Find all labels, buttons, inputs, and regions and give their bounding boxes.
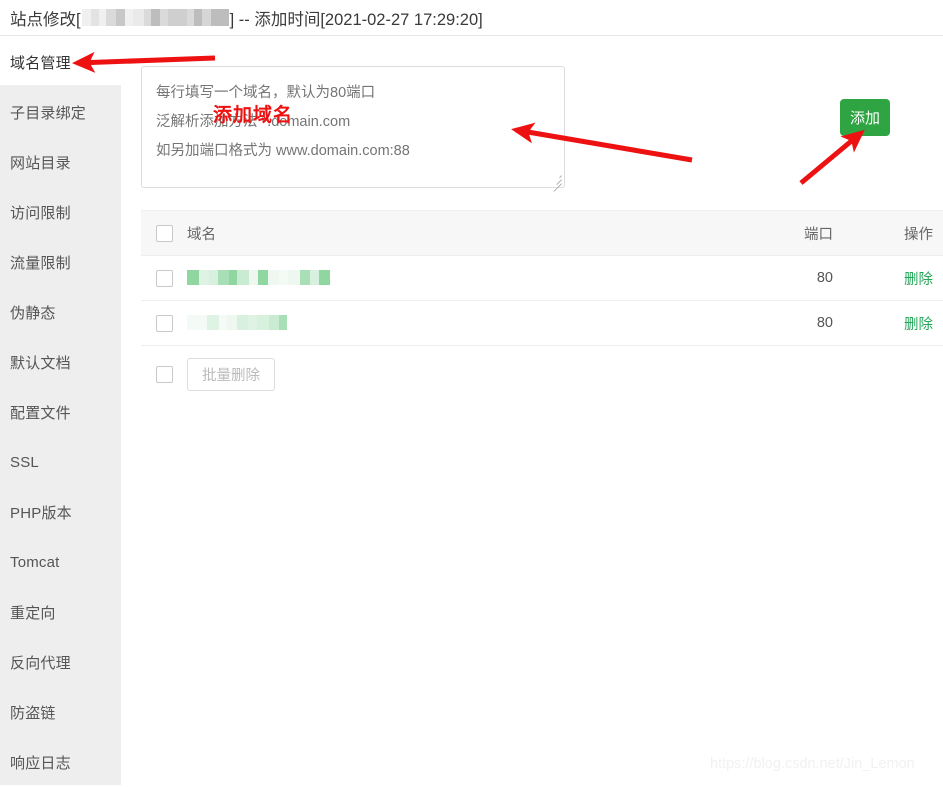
sidebar-item-label: SSL [10,453,39,471]
sidebar-item-label: 重定向 [10,604,56,622]
sidebar-item-label: 配置文件 [10,404,71,422]
row-operation-cell: 删除 [851,313,943,334]
blurred-domain-2 [187,315,287,330]
redacted-site-name [81,9,229,26]
sidebar-item-10[interactable]: Tomcat [0,537,121,587]
row-domain-cell [187,270,721,286]
table-row: 80 删除 [141,301,943,346]
sidebar-item-8[interactable]: SSL [0,437,121,487]
sidebar-item-0[interactable]: 域名管理 [0,37,121,87]
sidebar-item-14[interactable]: 响应日志 [0,737,121,787]
header-operation: 操作 [904,226,933,243]
window-titlebar: 站点修改[ ] -- 添加时间[2021-02-27 17:29:20] [0,0,943,36]
sidebar-item-label: 网站目录 [10,154,71,172]
batch-delete-button[interactable]: 批量删除 [187,357,275,391]
row-port-cell: 80 [816,270,833,286]
sidebar: 域名管理子目录绑定网站目录访问限制流量限制伪静态默认文档配置文件 SSL PHP版本… [0,37,121,785]
main-panel: 添加 域名 端口 操作 80 删除 80 删除 批量删除 [121,37,943,785]
sidebar-item-label: 域名管理 [10,54,71,72]
sidebar-item-13[interactable]: 防盗链 [0,687,121,737]
row-select-cell [141,269,187,287]
table-row: 80 删除 [141,256,943,301]
add-domain-button[interactable]: 添加 [840,99,890,136]
sidebar-item-12[interactable]: 反向代理 [0,637,121,687]
select-all-cell [141,224,187,242]
sidebar-item-label: 子目录绑定 [10,104,87,122]
page-title-suffix: ] -- 添加时间[2021-02-27 17:29:20] [229,10,483,29]
table-footer-bar: 批量删除 [141,352,943,396]
sidebar-item-label: 伪静态 [10,304,56,322]
sidebar-item-label: Tomcat [10,553,60,571]
header-domain: 域名 [187,226,216,243]
row-select-cell [141,314,187,332]
row-select-checkbox[interactable] [155,269,173,287]
sidebar-item-label: 响应日志 [10,754,71,772]
footer-select-all-checkbox[interactable] [155,365,173,383]
domain-table: 域名 端口 操作 80 删除 80 删除 [141,210,943,346]
select-all-checkbox[interactable] [155,224,173,242]
sidebar-item-4[interactable]: 流量限制 [0,237,121,287]
sidebar-item-5[interactable]: 伪静态 [0,287,121,337]
sidebar-item-label: 默认文档 [10,354,71,372]
page-title-prefix: 站点修改[ [10,10,81,29]
sidebar-item-label: 访问限制 [10,204,71,222]
row-domain-cell [187,315,721,331]
sidebar-item-9[interactable]: PHP版本 [0,487,121,537]
header-port: 端口 [804,226,833,243]
delete-link[interactable]: 删除 [904,272,933,288]
sidebar-item-11[interactable]: 重定向 [0,587,121,637]
sidebar-item-label: 流量限制 [10,254,71,272]
sidebar-item-label: 反向代理 [10,654,71,672]
domain-input-textarea[interactable] [141,66,565,188]
delete-link[interactable]: 删除 [904,317,933,333]
sidebar-item-label: PHP版本 [10,504,72,522]
sidebar-item-1[interactable]: 子目录绑定 [0,87,121,137]
sidebar-item-label: 防盗链 [10,704,56,722]
sidebar-item-3[interactable]: 访问限制 [0,187,121,237]
row-operation-cell: 删除 [851,268,943,289]
row-port-cell: 80 [816,315,833,331]
row-select-checkbox[interactable] [155,314,173,332]
sidebar-item-2[interactable]: 网站目录 [0,137,121,187]
domain-textarea-wrapper [141,66,565,192]
footer-select-cell [141,365,187,383]
blurred-domain-1 [187,270,330,285]
table-header-row: 域名 端口 操作 [141,210,943,256]
sidebar-item-7[interactable]: 配置文件 [0,387,121,437]
sidebar-item-6[interactable]: 默认文档 [0,337,121,387]
